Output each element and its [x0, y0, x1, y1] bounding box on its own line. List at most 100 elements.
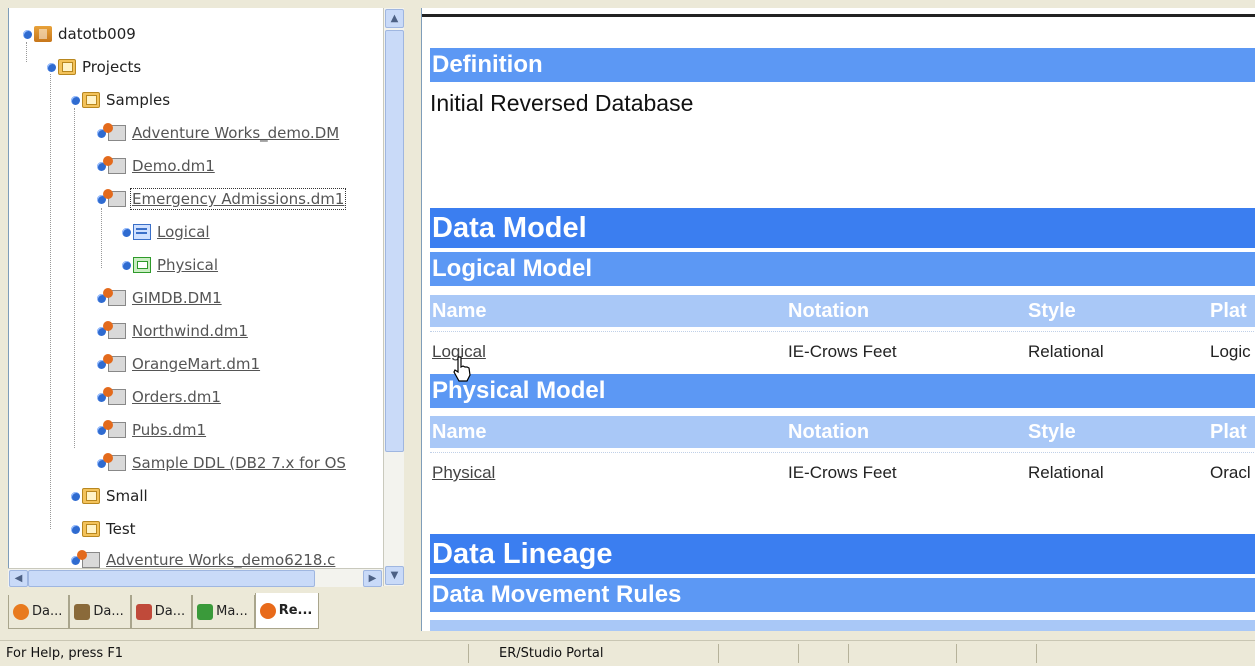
tree-guide-line — [74, 108, 75, 448]
status-pane — [798, 644, 848, 663]
tree-item-emergency-admissions[interactable]: Emergency Admissions.dm1 — [97, 187, 347, 211]
scroll-thumb[interactable] — [385, 30, 404, 452]
status-bar: For Help, press F1 ER/Studio Portal — [0, 640, 1255, 666]
data-model-heading: Data Model — [430, 208, 1255, 248]
notation-value: IE-Crows Feet — [788, 463, 897, 482]
notation-value: IE-Crows Feet — [788, 342, 897, 361]
tree-item-adventure-works[interactable]: Adventure Works_demo.DM — [97, 121, 339, 145]
model-icon — [103, 156, 126, 174]
tree-item-samples[interactable]: Samples — [71, 88, 170, 112]
tree-item-logical[interactable]: Logical — [122, 220, 210, 244]
logical-column-header: Name Notation Style Plat — [430, 295, 1255, 327]
tree-item-physical[interactable]: Physical — [122, 253, 218, 277]
expand-toggle-icon[interactable] — [122, 227, 131, 237]
tree-vertical-scrollbar[interactable]: ▲ ▼ — [383, 8, 404, 586]
tree-item-projects[interactable]: Projects — [47, 55, 141, 79]
style-value: Relational — [1028, 463, 1104, 482]
tab-data-dictionary[interactable]: Da... — [69, 595, 131, 629]
tree-item-label: Sample DDL (DB2 7.x for OS — [132, 454, 346, 472]
tree-item-orders[interactable]: Orders.dm1 — [97, 385, 221, 409]
hand-cursor-icon — [453, 356, 471, 382]
expand-toggle-icon[interactable] — [122, 260, 131, 270]
tab-label: Da... — [93, 604, 124, 619]
repository-tree[interactable]: datotb009 Projects Samples Adventure Wor… — [8, 8, 384, 586]
tree-item-label: datotb009 — [58, 25, 136, 43]
repository-icon — [259, 602, 276, 619]
physical-column-header: Name Notation Style Plat — [430, 416, 1255, 448]
scroll-right-arrow-icon[interactable]: ▶ — [363, 570, 382, 587]
model-icon — [103, 321, 126, 339]
data-source-icon — [13, 603, 29, 620]
status-pane — [848, 644, 956, 663]
tree-item-sample-ddl[interactable]: Sample DDL (DB2 7.x for OS — [97, 451, 346, 475]
data-lineage-icon — [135, 603, 152, 620]
data-lineage-heading: Data Lineage — [430, 534, 1255, 574]
model-icon — [103, 420, 126, 438]
tree-item-label: Physical — [157, 256, 219, 274]
expand-toggle-icon[interactable] — [71, 95, 80, 105]
tree-item-pubs[interactable]: Pubs.dm1 — [97, 418, 206, 442]
expand-toggle-icon[interactable] — [71, 491, 80, 501]
report-view: Definition Initial Reversed Database Dat… — [421, 8, 1255, 631]
expand-toggle-icon[interactable] — [71, 524, 80, 534]
column-notation: Notation — [788, 421, 870, 443]
platform-value: Logic — [1210, 342, 1251, 361]
status-pane — [1036, 644, 1255, 663]
scroll-thumb[interactable] — [28, 570, 315, 587]
tab-label: Da... — [154, 604, 186, 619]
logical-model-icon — [133, 224, 151, 240]
definition-heading: Definition — [430, 48, 1255, 82]
tree-item-label: Adventure Works_demo6218.c — [106, 551, 336, 569]
physical-model-link[interactable]: Physical — [432, 453, 495, 493]
tree-item-label: Northwind.dm1 — [132, 322, 248, 340]
tree-item-label: Emergency Admissions.dm1 — [129, 188, 347, 210]
tab-label: Re... — [278, 603, 313, 618]
data-dictionary-icon — [74, 603, 91, 620]
movement-column-header — [430, 620, 1255, 631]
tree-item-small[interactable]: Small — [71, 484, 148, 508]
pane-splitter[interactable] — [411, 8, 421, 631]
tree-item-test[interactable]: Test — [71, 517, 136, 541]
scroll-up-arrow-icon[interactable]: ▲ — [385, 9, 404, 28]
column-platform: Plat — [1210, 300, 1247, 322]
column-name: Name — [432, 300, 487, 322]
physical-model-heading: Physical Model — [430, 374, 1255, 408]
tree-item-northwind[interactable]: Northwind.dm1 — [97, 319, 248, 343]
tree-item-label: Pubs.dm1 — [132, 421, 207, 439]
top-strip — [0, 0, 1255, 8]
expand-toggle-icon[interactable] — [47, 62, 56, 72]
macro-icon — [197, 603, 214, 620]
tree-item-label: Samples — [106, 91, 171, 109]
model-icon — [103, 123, 126, 141]
tree-item-label: Small — [106, 487, 148, 505]
tree-horizontal-scrollbar[interactable]: ◀ ▶ — [8, 568, 383, 587]
model-icon — [103, 288, 126, 306]
column-name: Name — [432, 421, 487, 443]
column-style: Style — [1028, 300, 1076, 322]
tab-data-lineage[interactable]: Da... — [130, 595, 193, 629]
tab-data-sources[interactable]: Da... — [8, 595, 70, 629]
status-pane — [718, 644, 798, 663]
model-icon — [103, 354, 126, 372]
tree-item-datotb009[interactable]: datotb009 — [23, 22, 136, 46]
scroll-down-arrow-icon[interactable]: ▼ — [385, 566, 404, 585]
column-notation: Notation — [788, 300, 870, 322]
scroll-left-arrow-icon[interactable]: ◀ — [9, 570, 28, 587]
tree-guide-line — [101, 208, 102, 268]
model-icon — [103, 189, 126, 207]
tab-macros[interactable]: Ma... — [192, 595, 255, 629]
status-pane — [956, 644, 1036, 663]
tree-item-demo[interactable]: Demo.dm1 — [97, 154, 215, 178]
tree-item-gimdb[interactable]: GIMDB.DM1 — [97, 286, 222, 310]
tree-item-label: Orders.dm1 — [132, 388, 221, 406]
tree-item-label: GIMDB.DM1 — [132, 289, 222, 307]
tree-item-orangemart[interactable]: OrangeMart.dm1 — [97, 352, 260, 376]
tab-repository[interactable]: Re... — [254, 593, 320, 629]
top-border — [422, 14, 1255, 17]
platform-value: Oracl — [1210, 463, 1251, 482]
definition-text: Initial Reversed Database — [430, 90, 694, 116]
tree-item-label: Projects — [82, 58, 142, 76]
column-style: Style — [1028, 421, 1076, 443]
expand-toggle-icon[interactable] — [23, 29, 32, 39]
status-app-name: ER/Studio Portal — [468, 644, 718, 663]
